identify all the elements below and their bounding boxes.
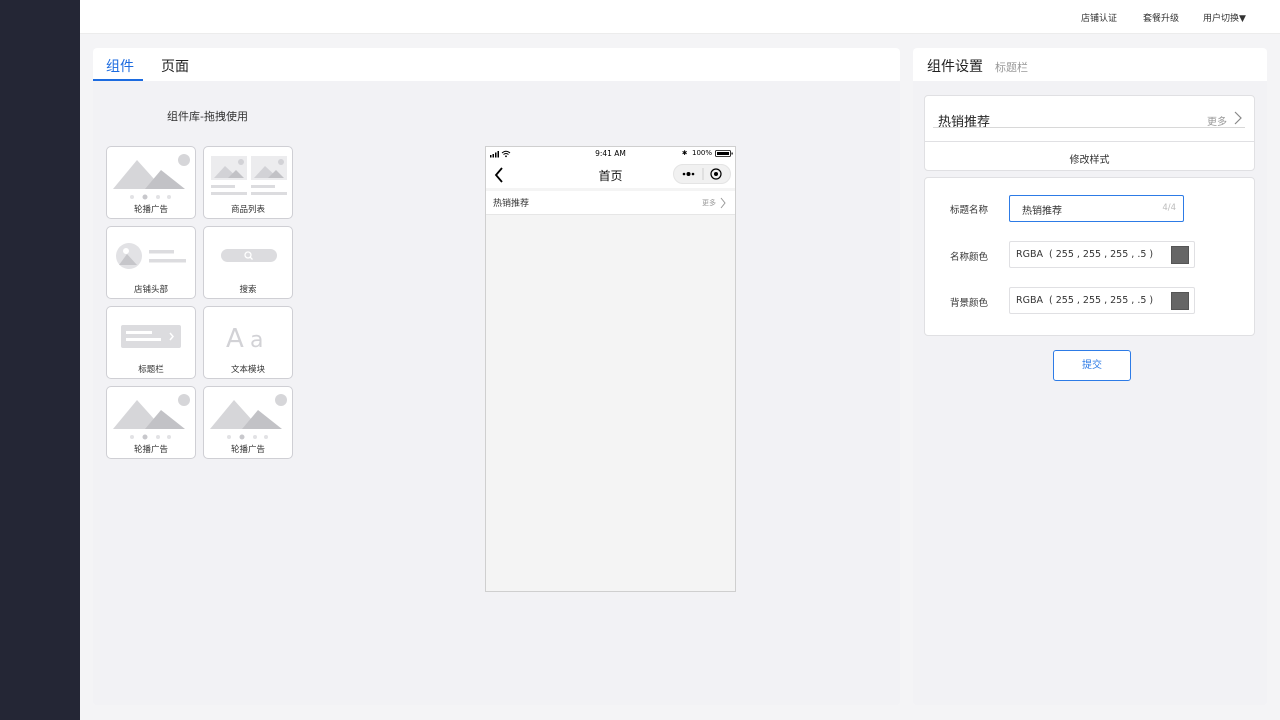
component-label: 轮播广告 — [133, 445, 168, 455]
store-header-icon — [116, 243, 186, 269]
phone-title-bar-component[interactable]: 热销推荐 更多 — [486, 191, 735, 215]
component-card-carousel[interactable]: 轮播广告 — [106, 386, 196, 459]
component-card-carousel[interactable]: 轮播广告 — [106, 146, 196, 219]
carousel-icon — [210, 394, 287, 440]
product-list-icon — [211, 156, 287, 195]
preview-divider — [925, 141, 1254, 142]
component-label: 文本模块 — [230, 365, 265, 375]
left-sidebar — [0, 0, 80, 720]
background-color-field[interactable]: RGBA ( 255 , 255 , 255 , .5 ) — [1009, 287, 1195, 314]
phone-title-bar-more[interactable]: 更多 — [702, 198, 716, 208]
component-card-title-bar[interactable]: 标题栏 — [106, 306, 196, 379]
chevron-right-icon — [1234, 111, 1242, 125]
name-color-value: RGBA ( 255 , 255 , 255 , .5 ) — [1016, 249, 1154, 260]
phone-preview: 9:41 AM ✱ 100% 首页 热销推荐 更多 — [485, 146, 736, 592]
bluetooth-icon: ✱ — [682, 149, 688, 157]
more-dots-icon — [682, 168, 722, 180]
chevron-right-icon — [720, 197, 726, 209]
store-certification-link[interactable]: 店铺认证 — [1081, 11, 1117, 24]
mini-program-capsule[interactable] — [673, 164, 731, 184]
top-bar: 店铺认证 套餐升级 用户切换▼ — [80, 0, 1280, 34]
tab-pages[interactable]: 页面 — [161, 56, 189, 76]
component-library-title: 组件库-拖拽使用 — [167, 110, 248, 123]
component-editor-panel: 组件 页面 组件库-拖拽使用 轮播广告 商品列表 店铺头部 搜索 标题栏 A a… — [93, 48, 900, 705]
component-card-search[interactable]: 搜索 — [203, 226, 293, 299]
phone-nav-bar: 首页 — [486, 161, 735, 188]
text-module-icon: A a — [226, 324, 263, 354]
settings-component-name: 标题栏 — [995, 61, 1028, 74]
component-label: 搜索 — [239, 285, 257, 295]
background-color-label: 背景颜色 — [950, 298, 989, 309]
component-label: 轮播广告 — [133, 205, 168, 215]
tab-component-settings[interactable]: 组件设置 — [927, 56, 983, 76]
char-counter: 4/4 — [1162, 203, 1176, 213]
user-switch-dropdown[interactable]: 用户切换▼ — [1203, 11, 1246, 24]
plan-upgrade-link[interactable]: 套餐升级 — [1143, 11, 1179, 24]
search-bar-icon — [221, 249, 277, 262]
svg-text:a: a — [250, 328, 263, 353]
title-bar-icon — [121, 325, 181, 348]
phone-title-bar-text: 热销推荐 — [493, 199, 530, 209]
tab-components[interactable]: 组件 — [106, 56, 134, 76]
component-label: 店铺头部 — [133, 285, 168, 295]
submit-button[interactable]: 提交 — [1053, 350, 1131, 381]
modify-style-button[interactable]: 修改样式 — [925, 151, 1254, 166]
background-color-value: RGBA ( 255 , 255 , 255 , .5 ) — [1016, 295, 1154, 306]
svg-text:A: A — [226, 324, 244, 354]
component-label: 标题栏 — [138, 365, 164, 375]
component-card-product-list[interactable]: 商品列表 — [203, 146, 293, 219]
settings-panel: 组件设置 标题栏 热销推荐 更多 修改样式 标题名称 热销推荐 4/4 名称颜色… — [913, 48, 1267, 705]
settings-tabs: 组件设置 标题栏 — [913, 48, 1267, 81]
battery-icon — [715, 150, 733, 157]
component-card-carousel[interactable]: 轮播广告 — [203, 386, 293, 459]
component-label: 商品列表 — [230, 205, 265, 215]
background-color-swatch[interactable] — [1171, 292, 1189, 310]
name-color-field[interactable]: RGBA ( 255 , 255 , 255 , .5 ) — [1009, 241, 1195, 268]
preview-more: 更多 — [1207, 117, 1227, 128]
title-name-input[interactable]: 热销推荐 4/4 — [1009, 195, 1184, 222]
style-form: 标题名称 热销推荐 4/4 名称颜色 RGBA ( 255 , 255 , 25… — [924, 177, 1255, 336]
battery-percent: 100% — [692, 149, 713, 157]
title-name-label: 标题名称 — [950, 205, 989, 216]
component-label: 轮播广告 — [230, 445, 265, 455]
title-bar-preview: 热销推荐 更多 修改样式 — [924, 95, 1255, 171]
phone-status-bar: 9:41 AM ✱ 100% — [486, 147, 735, 161]
carousel-icon — [113, 154, 190, 200]
active-tab-indicator — [93, 79, 143, 81]
name-color-swatch[interactable] — [1171, 246, 1189, 264]
name-color-label: 名称颜色 — [950, 252, 989, 263]
component-card-store-header[interactable]: 店铺头部 — [106, 226, 196, 299]
preview-underline — [933, 127, 1245, 128]
editor-tabs: 组件 页面 — [93, 48, 900, 81]
component-card-text-module[interactable]: A a 文本模块 — [203, 306, 293, 379]
title-name-value: 热销推荐 — [1022, 206, 1062, 217]
carousel-icon — [113, 394, 190, 440]
